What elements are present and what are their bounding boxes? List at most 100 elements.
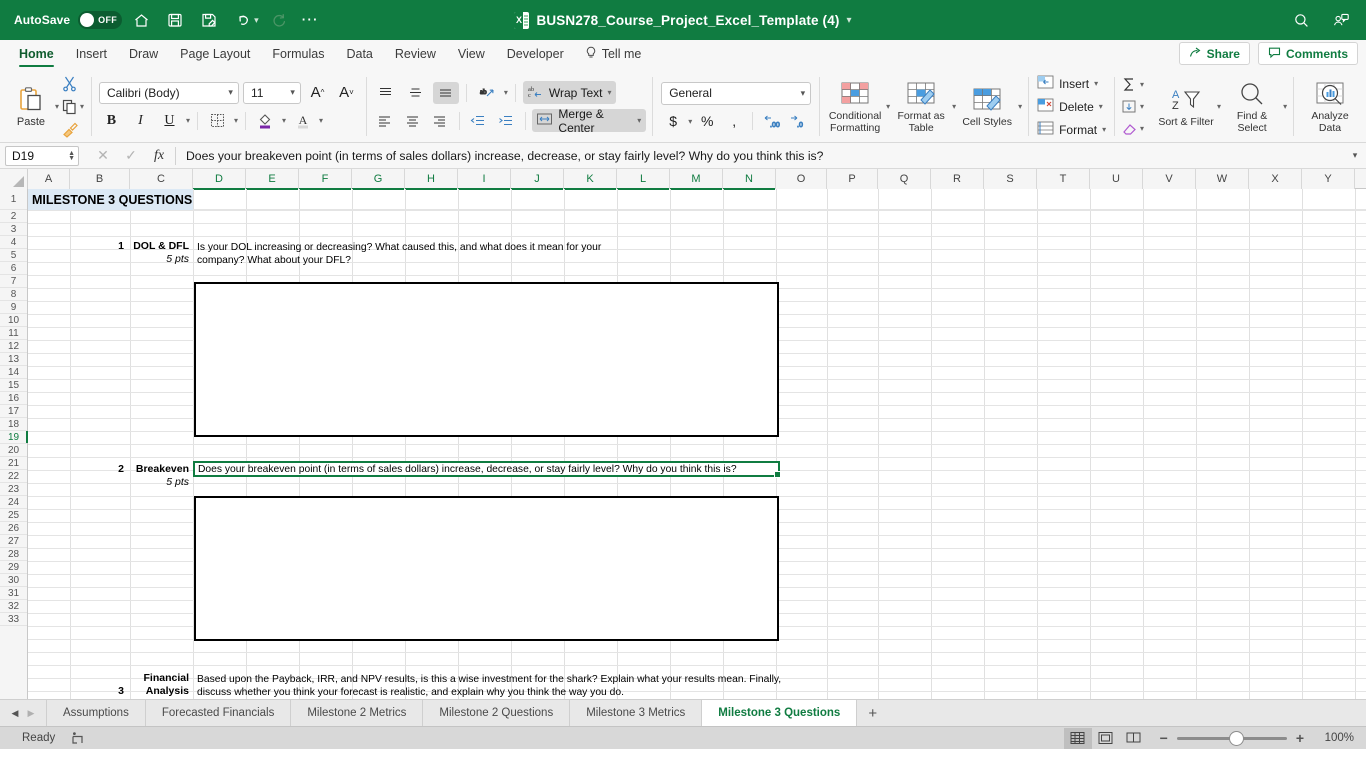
row-header-29[interactable]: 29: [0, 561, 27, 574]
cell-D33-question-text-line2[interactable]: discuss whether you think your forecast …: [194, 685, 794, 698]
row-header-21[interactable]: 21: [0, 457, 27, 470]
tab-insert[interactable]: Insert: [65, 40, 118, 68]
increase-indent-button[interactable]: [494, 110, 518, 132]
column-header-D[interactable]: D: [193, 169, 246, 190]
cell-C20-question-points[interactable]: 5 pts: [130, 475, 193, 488]
autosave-toggle[interactable]: OFF: [78, 11, 123, 29]
row-header-19[interactable]: 19: [0, 431, 28, 444]
percent-format-button[interactable]: %: [695, 111, 719, 132]
align-left-button[interactable]: [373, 110, 397, 132]
zoom-control[interactable]: − +: [1160, 730, 1304, 746]
delete-dropdown-chevron-icon[interactable]: ▾: [1099, 102, 1103, 111]
column-header-I[interactable]: I: [458, 169, 511, 190]
select-all-corner[interactable]: [0, 169, 28, 189]
page-break-view-button[interactable]: [1120, 728, 1148, 749]
conditional-formatting-chevron-icon[interactable]: ▾: [886, 102, 890, 111]
fill-color-button[interactable]: [253, 109, 278, 132]
align-center-button[interactable]: [400, 110, 424, 132]
row-header-4[interactable]: 4: [0, 236, 27, 249]
insert-cells-button[interactable]: Insert ▾: [1037, 73, 1106, 94]
column-header-L[interactable]: L: [617, 169, 670, 190]
tab-page-layout[interactable]: Page Layout: [169, 40, 261, 68]
font-name-select[interactable]: Calibri (Body) ▾: [98, 81, 239, 104]
column-header-S[interactable]: S: [984, 169, 1037, 189]
row-header-24[interactable]: 24: [0, 496, 27, 509]
name-box-spinner-icon[interactable]: ▲ ▼: [68, 150, 75, 162]
row-header-26[interactable]: 26: [0, 522, 27, 535]
row-header-12[interactable]: 12: [0, 340, 27, 353]
row-header-9[interactable]: 9: [0, 301, 27, 314]
fill-dropdown-chevron-icon[interactable]: ▾: [1140, 102, 1144, 111]
row-header-31[interactable]: 31: [0, 587, 27, 600]
format-painter-button[interactable]: [61, 119, 79, 140]
zoom-out-button[interactable]: −: [1160, 730, 1168, 746]
font-color-button[interactable]: A: [290, 109, 315, 132]
column-header-B[interactable]: B: [70, 169, 130, 189]
row-header-2[interactable]: 2: [0, 210, 27, 223]
currency-format-button[interactable]: $: [661, 111, 685, 132]
column-header-P[interactable]: P: [827, 169, 878, 189]
row-header-33[interactable]: 33: [0, 613, 27, 626]
sheet-tab-forecasted-financials[interactable]: Forecasted Financials: [146, 700, 292, 726]
normal-view-button[interactable]: [1063, 727, 1092, 749]
increase-font-size-button[interactable]: A ^: [305, 81, 330, 104]
cell-C19-question-label[interactable]: Breakeven: [130, 462, 193, 475]
column-header-K[interactable]: K: [564, 169, 617, 190]
font-color-dropdown-chevron-icon[interactable]: ▾: [319, 116, 323, 125]
sheet-tab-milestone-3-metrics[interactable]: Milestone 3 Metrics: [570, 700, 703, 726]
tab-view[interactable]: View: [447, 40, 496, 68]
column-header-Y[interactable]: Y: [1302, 169, 1355, 189]
borders-button[interactable]: [205, 109, 230, 132]
cell-styles-button[interactable]: Cell Styles: [958, 74, 1016, 140]
cell-styles-chevron-icon[interactable]: ▾: [1018, 102, 1022, 111]
zoom-slider[interactable]: [1176, 730, 1287, 746]
row-header-10[interactable]: 10: [0, 314, 27, 327]
answer-box-question-2[interactable]: [194, 496, 779, 641]
align-top-button[interactable]: [373, 82, 399, 104]
row-header-3[interactable]: 3: [0, 223, 27, 236]
next-sheet-icon[interactable]: ▶: [24, 708, 38, 719]
page-layout-view-button[interactable]: [1092, 728, 1120, 749]
row-header-25[interactable]: 25: [0, 509, 27, 522]
answer-box-question-1[interactable]: [194, 282, 779, 437]
row-header-32[interactable]: 32: [0, 600, 27, 613]
bold-button[interactable]: B: [99, 109, 124, 132]
paste-button[interactable]: Paste: [7, 85, 55, 128]
clear-button[interactable]: ▾: [1121, 118, 1155, 139]
cell-D4-question-text-line1[interactable]: Is your DOL increasing or decreasing? Wh…: [194, 240, 624, 253]
row-header-30[interactable]: 30: [0, 574, 27, 587]
cell-A1-title[interactable]: MILESTONE 3 QUESTIONS: [28, 189, 193, 210]
confirm-entry-icon[interactable]: ✓: [117, 145, 145, 167]
row-header-28[interactable]: 28: [0, 548, 27, 561]
column-header-X[interactable]: X: [1249, 169, 1302, 189]
column-header-T[interactable]: T: [1037, 169, 1090, 189]
cell-B19-question-number[interactable]: 2: [70, 462, 130, 475]
conditional-formatting-button[interactable]: Conditional Formatting: [826, 74, 884, 140]
cell-D5-question-text-line2[interactable]: company? What about your DFL?: [194, 253, 624, 266]
align-middle-button[interactable]: [403, 82, 429, 104]
row-header-13[interactable]: 13: [0, 353, 27, 366]
tab-home[interactable]: Home: [8, 40, 65, 68]
column-header-A[interactable]: A: [28, 169, 70, 189]
currency-dropdown-chevron-icon[interactable]: ▾: [688, 117, 692, 126]
cell-C5-question-points[interactable]: 5 pts: [130, 252, 193, 265]
cell-B33-question-number[interactable]: 3: [70, 684, 130, 697]
add-sheet-button[interactable]: +: [857, 700, 888, 726]
row-header-11[interactable]: 11: [0, 327, 27, 340]
cancel-entry-icon[interactable]: ✕: [89, 145, 117, 167]
sheet-tab-assumptions[interactable]: Assumptions: [46, 700, 146, 726]
column-header-Q[interactable]: Q: [878, 169, 931, 189]
find-select-chevron-icon[interactable]: ▾: [1283, 102, 1287, 111]
merge-center-button[interactable]: Merge & Center ▾: [532, 107, 647, 135]
formula-input[interactable]: Does your breakeven point (in terms of s…: [176, 149, 1344, 163]
merge-center-dropdown-chevron-icon[interactable]: ▾: [637, 116, 641, 125]
column-header-M[interactable]: M: [670, 169, 723, 190]
sort-filter-chevron-icon[interactable]: ▾: [1217, 102, 1221, 111]
format-as-table-chevron-icon[interactable]: ▾: [952, 102, 956, 111]
align-bottom-button[interactable]: [432, 81, 459, 104]
decrease-font-size-button[interactable]: A ˅: [334, 81, 359, 104]
save-as-icon[interactable]: [194, 5, 224, 35]
row-header-27[interactable]: 27: [0, 535, 27, 548]
increase-decimal-button[interactable]: .00: [759, 111, 783, 132]
fill-button[interactable]: ▾: [1121, 96, 1155, 117]
